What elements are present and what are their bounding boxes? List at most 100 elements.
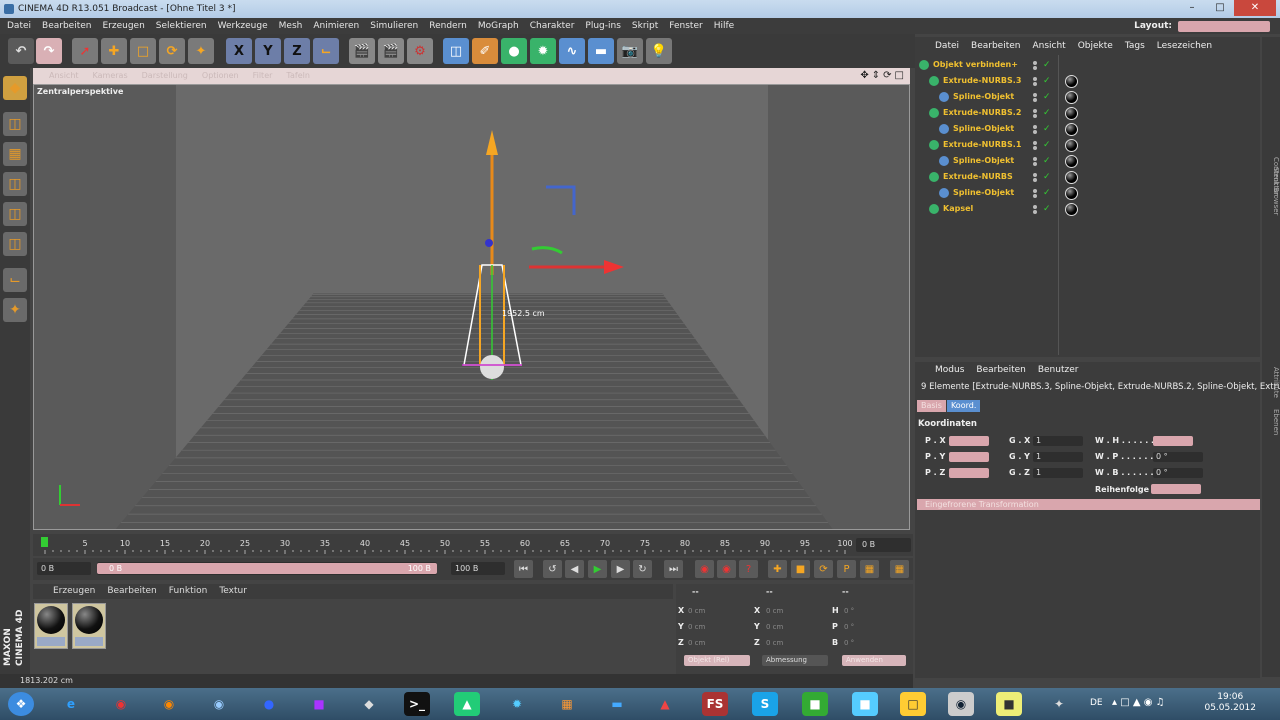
menu-hilfe[interactable]: Hilfe [714,18,734,34]
visibility-toggles[interactable]: ✓ [1033,76,1055,86]
visibility-toggles[interactable]: ✓ [1033,124,1055,134]
array-icon[interactable]: ✹ [530,38,556,64]
key-pla-icon[interactable]: ▦ [860,560,879,578]
folder-icon[interactable]: □ [900,692,926,716]
minimize-button[interactable]: – [1178,0,1206,16]
edges-mode-icon[interactable]: ◫ [3,202,27,226]
minecraft-icon[interactable]: ■ [802,692,828,716]
visibility-toggles[interactable]: ✓ [1033,156,1055,166]
hardware-app-icon[interactable]: ◆ [356,692,382,716]
start-button-icon[interactable]: ❖ [8,692,34,716]
maximize-button[interactable]: □ [1206,0,1234,16]
material-tag-icon[interactable] [1065,75,1078,88]
om-menu-datei[interactable]: Datei [935,37,959,55]
coord-value[interactable]: 0 cm [688,623,705,631]
visibility-toggles[interactable]: ✓ [1033,172,1055,182]
material-tag-icon[interactable] [1065,123,1078,136]
internet-explorer-icon[interactable]: e [58,692,84,716]
pan-icon[interactable]: ✥ [860,68,868,84]
render-settings-icon[interactable]: ⚙ [407,38,433,64]
gx-field[interactable]: 1 [1033,436,1083,446]
play-icon[interactable]: ▶ [588,560,607,578]
make-editable-icon[interactable]: ◆ [3,76,27,100]
viewport-menu-optionen[interactable]: Optionen [202,68,239,84]
menu-plugins[interactable]: Plug-ins [585,18,621,34]
material-tag-icon[interactable] [1065,107,1078,120]
scale-tool-icon[interactable]: □ [130,38,156,64]
material-tag-icon[interactable] [1065,187,1078,200]
firefox-icon[interactable]: ◉ [156,692,182,716]
fs-app-icon[interactable]: FS [702,692,728,716]
goto-start-icon[interactable]: ⏮ [514,560,533,578]
viewport-menu-darstellung[interactable]: Darstellung [142,68,188,84]
coord-value[interactable]: 0 cm [688,639,705,647]
px-field[interactable] [949,436,989,446]
visibility-toggles[interactable]: ✓ [1033,60,1055,70]
om-menu-tags[interactable]: Tags [1125,37,1145,55]
menu-datei[interactable]: Datei [7,18,31,34]
pz-field[interactable] [949,468,989,478]
object-row[interactable]: Extrude-NURBS.1 ✓ [915,137,1260,153]
object-name[interactable]: Spline-Objekt [953,156,1014,165]
coord-value[interactable]: 0 ° [844,607,854,615]
timeline-ruler[interactable]: 0510152025303540455055606570758085909510… [41,534,853,556]
texture-mode-icon[interactable]: ▦ [3,142,27,166]
orbit-icon[interactable]: ⟳ [883,68,891,84]
close-button[interactable]: ✕ [1234,0,1276,16]
key-rotation-icon[interactable]: ⟳ [814,560,833,578]
object-row[interactable]: Spline-Objekt ✓ [915,89,1260,105]
object-name[interactable]: Spline-Objekt [953,124,1014,133]
view-toggle-icon[interactable]: □ [895,68,904,84]
media-player-icon[interactable]: ● [256,692,282,716]
om-menu-ansicht[interactable]: Ansicht [1032,37,1065,55]
3d-viewport[interactable]: Zentralperspektive 1952.5 cm [33,84,910,530]
menu-werkzeuge[interactable]: Werkzeuge [218,18,268,34]
material-tag-icon[interactable] [1065,139,1078,152]
cube-primitive-icon[interactable]: ◫ [443,38,469,64]
start-frame-field[interactable]: 0 B [37,562,91,575]
menu-rendern[interactable]: Rendern [429,18,467,34]
order-dropdown[interactable] [1151,484,1201,494]
menu-fenster[interactable]: Fenster [669,18,702,34]
network-app-icon[interactable]: ✹ [504,692,530,716]
material-swatch-2[interactable] [72,603,106,649]
coord-value[interactable]: 0 cm [766,623,783,631]
object-row[interactable]: Kapsel ✓ [915,201,1260,217]
material-tag-icon[interactable] [1065,155,1078,168]
end-frame-field[interactable]: 100 B [451,562,505,575]
material-menu-erzeugen[interactable]: Erzeugen [53,584,95,599]
object-name[interactable]: Extrude-NURBS [943,172,1013,181]
timeline[interactable]: 0510152025303540455055606570758085909510… [33,534,913,556]
object-name[interactable]: Kapsel [943,204,973,213]
menu-bearbeiten[interactable]: Bearbeiten [42,18,91,34]
am-menu-benutzer[interactable]: Benutzer [1038,362,1079,378]
goto-end-icon[interactable]: ⏭ [664,560,683,578]
step-forward-icon[interactable]: ▶ [611,560,630,578]
menu-erzeugen[interactable]: Erzeugen [102,18,144,34]
green-app-icon[interactable]: ▲ [454,692,480,716]
object-row[interactable]: Spline-Objekt ✓ [915,121,1260,137]
points-mode-icon[interactable]: ◫ [3,172,27,196]
visibility-toggles[interactable]: ✓ [1033,108,1055,118]
robot-app-icon[interactable]: ■ [306,692,332,716]
camera-icon[interactable]: 📷 [617,38,643,64]
wp-field[interactable]: 0 ° [1153,452,1203,462]
sticky-notes-icon[interactable]: ■ [996,692,1022,716]
light-icon[interactable]: 💡 [646,38,672,64]
viewport-menu-kameras[interactable]: Kameras [93,68,128,84]
wb-field[interactable]: 0 ° [1153,468,1203,478]
object-row[interactable]: Spline-Objekt ✓ [915,153,1260,169]
render-view-icon[interactable]: 🎬 [349,38,375,64]
py-field[interactable] [949,452,989,462]
material-menu-textur[interactable]: Textur [219,584,247,599]
object-name[interactable]: Extrude-NURBS.1 [943,140,1021,149]
filezilla-icon[interactable]: ▲ [652,692,678,716]
visibility-toggles[interactable]: ✓ [1033,204,1055,214]
object-name[interactable]: Spline-Objekt [953,92,1014,101]
visibility-toggles[interactable]: ✓ [1033,140,1055,150]
gy-field[interactable]: 1 [1033,452,1083,462]
autokey-icon[interactable]: ◉ [717,560,736,578]
wh-field[interactable] [1153,436,1193,446]
viewport-menu-ansicht[interactable]: Ansicht [49,68,79,84]
apply-button[interactable]: Anwenden [842,655,906,666]
